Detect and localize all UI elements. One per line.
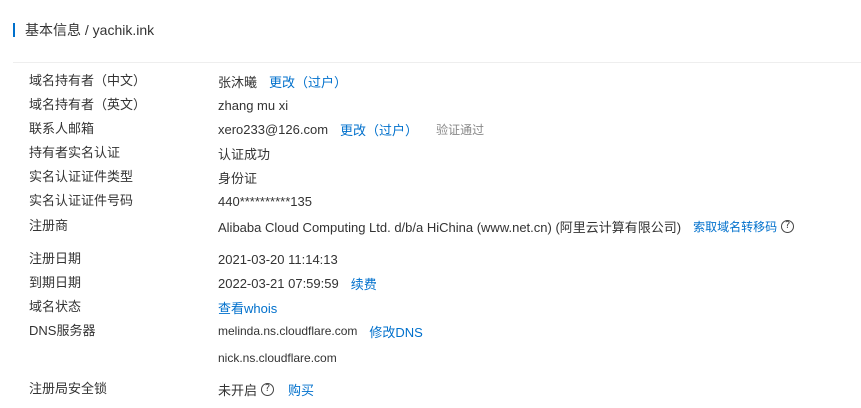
- owner-cn-value: 张沐曦: [218, 74, 258, 90]
- buy-lock-link[interactable]: 购买: [288, 380, 314, 399]
- dns-label: DNS服务器: [29, 323, 96, 338]
- exp-date-label: 到期日期: [29, 275, 82, 290]
- row-domain-status: 域名状态 查看whois: [0, 297, 861, 317]
- renew-link[interactable]: 续费: [351, 274, 377, 293]
- row-cert-type: 实名认证证件类型 身份证: [0, 167, 861, 187]
- row-owner-cn: 域名持有者（中文） 张沐曦 更改（过户）: [0, 71, 861, 91]
- email-value: xero233@126.com: [218, 121, 329, 137]
- email-verified-status: 验证通过: [436, 122, 485, 137]
- registry-lock-value: 未开启: [218, 382, 258, 398]
- owner-cn-label: 域名持有者（中文）: [29, 73, 147, 88]
- registrar-value-wrap: Alibaba Cloud Computing Ltd. d/b/a HiChi…: [218, 216, 795, 236]
- email-label: 联系人邮箱: [29, 121, 95, 136]
- cert-no-label: 实名认证证件号码: [29, 193, 134, 208]
- help-icon[interactable]: ?: [781, 219, 795, 233]
- reg-date-label: 注册日期: [29, 251, 82, 266]
- header-accent-bar: [13, 23, 15, 37]
- row-dns-2: nick.ns.cloudflare.com: [0, 348, 861, 368]
- domain-status-label: 域名状态: [29, 299, 82, 314]
- exp-date-value-wrap: 2022-03-21 07:59:59 续费: [218, 273, 377, 293]
- row-exp-date: 到期日期 2022-03-21 07:59:59 续费: [0, 273, 861, 293]
- cert-no-value: 440**********135: [218, 193, 312, 209]
- row-realname: 持有者实名认证 认证成功: [0, 143, 861, 163]
- owner-cn-value-wrap: 张沐曦 更改（过户）: [218, 71, 347, 91]
- dns-value-wrap: melinda.ns.cloudflare.com 修改DNS: [218, 321, 423, 341]
- exp-date-value: 2022-03-21 07:59:59: [218, 275, 339, 291]
- transfer-code-link[interactable]: 索取域名转移码: [693, 218, 777, 235]
- header-divider: [13, 62, 861, 63]
- owner-en-value-wrap: zhang mu xi: [218, 95, 288, 115]
- lock-help-icon[interactable]: ?: [261, 382, 275, 396]
- reg-date-value-wrap: 2021-03-20 11:14:13: [218, 249, 338, 269]
- email-change-link[interactable]: 更改（过户）: [340, 120, 418, 139]
- registry-lock-value-wrap: 未开启 ? 购买: [218, 379, 314, 399]
- cert-type-label: 实名认证证件类型: [29, 169, 134, 184]
- owner-en-value: zhang mu xi: [218, 97, 289, 113]
- row-cert-no: 实名认证证件号码 440**********135: [0, 191, 861, 211]
- cert-no-value-wrap: 440**********135: [218, 191, 312, 211]
- row-email: 联系人邮箱 xero233@126.com 更改（过户） 验证通过: [0, 119, 861, 139]
- row-registry-lock: 注册局安全锁 未开启 ? 购买: [0, 379, 861, 399]
- modify-dns-link[interactable]: 修改DNS: [369, 322, 422, 341]
- registrar-label: 注册商: [29, 218, 69, 233]
- dns-server-2: nick.ns.cloudflare.com: [218, 351, 337, 365]
- dns-server-1: melinda.ns.cloudflare.com: [218, 324, 358, 338]
- email-value-wrap: xero233@126.com 更改（过户） 验证通过: [218, 119, 484, 139]
- page-header: 基本信息 / yachik.ink: [13, 21, 154, 39]
- realname-value: 认证成功: [218, 146, 271, 162]
- row-dns: DNS服务器 melinda.ns.cloudflare.com 修改DNS: [0, 321, 861, 341]
- view-whois-link[interactable]: 查看whois: [218, 298, 277, 317]
- page-title: 基本信息 / yachik.ink: [25, 22, 155, 38]
- registrar-value: Alibaba Cloud Computing Ltd. d/b/a HiChi…: [218, 219, 682, 235]
- row-registrar: 注册商 Alibaba Cloud Computing Ltd. d/b/a H…: [0, 216, 861, 236]
- registry-lock-label: 注册局安全锁: [29, 381, 108, 396]
- cert-type-value-wrap: 身份证: [218, 167, 257, 187]
- owner-cn-change-link[interactable]: 更改（过户）: [269, 72, 347, 91]
- row-owner-en: 域名持有者（英文） zhang mu xi: [0, 95, 861, 115]
- dns-value-wrap-2: nick.ns.cloudflare.com: [218, 348, 337, 368]
- owner-en-label: 域名持有者（英文）: [29, 97, 147, 112]
- realname-value-wrap: 认证成功: [218, 143, 270, 163]
- domain-status-value-wrap: 查看whois: [218, 297, 277, 317]
- reg-date-value: 2021-03-20 11:14:13: [218, 251, 338, 267]
- row-reg-date: 注册日期 2021-03-20 11:14:13: [0, 249, 861, 269]
- cert-type-value: 身份证: [218, 170, 258, 186]
- realname-label: 持有者实名认证: [29, 145, 121, 160]
